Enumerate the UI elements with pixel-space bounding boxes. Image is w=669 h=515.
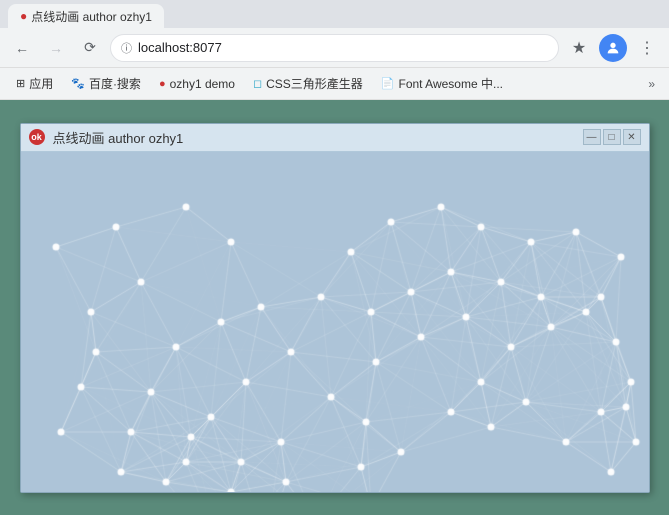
bookmark-apps[interactable]: ⊞ 应用: [8, 71, 61, 96]
nav-bar: ← → ⟳ ⓘ localhost:8077 ★ ⋮: [0, 28, 669, 68]
app-title-bar: ok 点线动画 author ozhy1 — □ ✕: [21, 124, 649, 152]
back-button[interactable]: ←: [8, 34, 36, 62]
active-tab[interactable]: ● 点线动画 author ozhy1: [8, 4, 164, 28]
chrome-menu-button[interactable]: ⋮: [633, 34, 661, 62]
canvas-area: [21, 152, 649, 492]
bookmark-fontawesome-label: Font Awesome 中...: [399, 75, 504, 92]
animation-canvas: [21, 152, 649, 492]
bookmark-baidu[interactable]: 🐾 百度·搜索: [63, 71, 149, 96]
account-button[interactable]: [599, 34, 627, 62]
close-button[interactable]: ✕: [623, 129, 641, 145]
app-window-title: 点线动画 author ozhy1: [53, 128, 583, 147]
css-icon: ◻: [253, 77, 262, 90]
bookmark-css-label: CSS三角形產生器: [266, 75, 363, 92]
url-text: localhost:8077: [138, 40, 548, 55]
bookmarks-bar: ⊞ 应用 🐾 百度·搜索 ● ozhy1 demo ◻ CSS三角形產生器 📄 …: [0, 68, 669, 100]
bookmarks-more-button[interactable]: »: [642, 73, 661, 95]
apps-icon: ⊞: [16, 77, 25, 90]
bookmark-css[interactable]: ◻ CSS三角形產生器: [245, 71, 371, 96]
bookmark-baidu-label: 百度·搜索: [89, 75, 141, 92]
forward-button[interactable]: →: [42, 34, 70, 62]
lock-icon: ⓘ: [121, 40, 132, 56]
content-area: ok 点线动画 author ozhy1 — □ ✕: [0, 100, 669, 515]
bookmark-ozhy1[interactable]: ● ozhy1 demo: [151, 73, 243, 95]
window-controls: — □ ✕: [583, 129, 641, 145]
minimize-button[interactable]: —: [583, 129, 601, 145]
refresh-button[interactable]: ⟳: [76, 34, 104, 62]
bookmark-fontawesome[interactable]: 📄 Font Awesome 中...: [373, 71, 511, 96]
title-bar: ● 点线动画 author ozhy1: [0, 0, 669, 28]
ozhy1-icon: ●: [159, 78, 166, 90]
tab-favicon: ●: [20, 9, 27, 23]
baidu-icon: 🐾: [71, 77, 85, 90]
bookmark-apps-label: 应用: [29, 75, 53, 92]
bookmark-star-button[interactable]: ★: [565, 34, 593, 62]
app-window: ok 点线动画 author ozhy1 — □ ✕: [20, 123, 650, 493]
fontawesome-icon: 📄: [381, 77, 395, 90]
address-bar[interactable]: ⓘ localhost:8077: [110, 34, 559, 62]
tab-area: ● 点线动画 author ozhy1: [8, 0, 164, 28]
tab-title: 点线动画 author ozhy1: [31, 8, 152, 25]
app-icon: ok: [29, 129, 45, 145]
maximize-button[interactable]: □: [603, 129, 621, 145]
bookmark-ozhy1-label: ozhy1 demo: [170, 77, 235, 91]
browser-frame: ● 点线动画 author ozhy1 ← → ⟳ ⓘ localhost:80…: [0, 0, 669, 515]
